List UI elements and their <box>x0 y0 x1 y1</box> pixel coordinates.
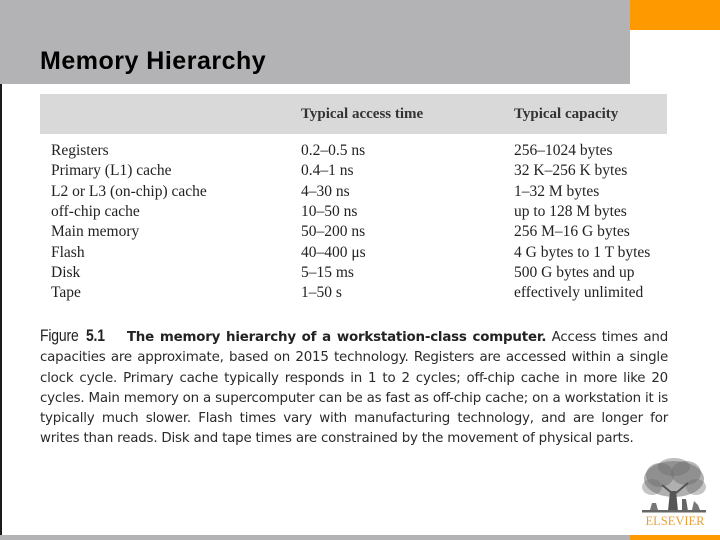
header-level <box>40 94 301 134</box>
cell-capacity: 4 G bytes to 1 T bytes <box>514 243 651 261</box>
title-bar: Memory Hierarchy <box>0 0 630 84</box>
table-row: Primary (L1) cache 0.4–1 ns 32 K–256 K b… <box>40 161 667 181</box>
bottom-bar <box>0 535 630 540</box>
cell-level: L2 or L3 (on-chip) cache <box>51 182 207 200</box>
cell-access-time: 10–50 ns <box>301 203 358 221</box>
cell-level: Tape <box>51 284 81 302</box>
header-access-time: Typical access time <box>301 94 514 134</box>
table-row: Registers 0.2–0.5 ns 256–1024 bytes <box>40 134 667 161</box>
table-row: L2 or L3 (on-chip) cache 4–30 ns 1–32 M … <box>40 182 667 202</box>
cell-capacity: effectively unlimited <box>514 284 644 302</box>
header-capacity: Typical capacity <box>514 94 667 134</box>
cell-access-time: 4–30 ns <box>301 182 350 200</box>
table-row: off-chip cache 10–50 ns up to 128 M byte… <box>40 202 667 222</box>
table-row: Tape 1–50 s effectively unlimited <box>40 283 667 303</box>
cell-capacity: up to 128 M bytes <box>514 203 627 221</box>
figure-caption: Figure 5.1 The memory hierarchy of a wor… <box>40 326 668 450</box>
cell-capacity: 256 M–16 G bytes <box>514 223 630 241</box>
table-row: Main memory 50–200 ns 256 M–16 G bytes <box>40 222 667 242</box>
accent-block-bottom <box>630 535 720 540</box>
cell-access-time: 40–400 μs <box>301 243 366 261</box>
figure-number: 5.1 <box>85 326 105 345</box>
publisher-name: ELSEVIER <box>645 514 705 528</box>
cell-access-time: 5–15 ms <box>301 263 354 281</box>
figure-table: Typical access time Typical capacity Reg… <box>40 94 667 303</box>
cell-capacity: 256–1024 bytes <box>514 142 613 160</box>
cell-capacity: 32 K–256 K bytes <box>514 162 628 180</box>
slide-title: Memory Hierarchy <box>40 47 267 75</box>
table-row: Disk 5–15 ms 500 G bytes and up <box>40 263 667 283</box>
cell-level: Flash <box>51 243 85 261</box>
cell-capacity: 1–32 M bytes <box>514 182 600 200</box>
cell-level: Disk <box>51 263 81 281</box>
figure-caption-body: Access times and capacities are approxim… <box>40 330 668 447</box>
table-header-row: Typical access time Typical capacity <box>40 94 667 134</box>
memory-hierarchy-table: Typical access time Typical capacity Reg… <box>40 94 667 303</box>
cell-capacity: 500 G bytes and up <box>514 263 635 281</box>
cell-access-time: 0.4–1 ns <box>301 162 354 180</box>
table-row: Flash 40–400 μs 4 G bytes to 1 T bytes <box>40 242 667 262</box>
figure-label: Figure 5.1 <box>40 326 105 346</box>
cell-level: Main memory <box>51 223 140 241</box>
cell-access-time: 0.2–0.5 ns <box>301 142 366 160</box>
cell-access-time: 1–50 s <box>301 284 342 302</box>
cell-level: Registers <box>51 142 109 160</box>
accent-block-top <box>630 0 720 30</box>
cell-access-time: 50–200 ns <box>301 223 366 241</box>
cell-level: off-chip cache <box>51 203 140 221</box>
figure-word: Figure <box>40 326 79 345</box>
cell-level: Primary (L1) cache <box>51 162 172 180</box>
figure-title: The memory hierarchy of a workstation-cl… <box>126 330 547 345</box>
